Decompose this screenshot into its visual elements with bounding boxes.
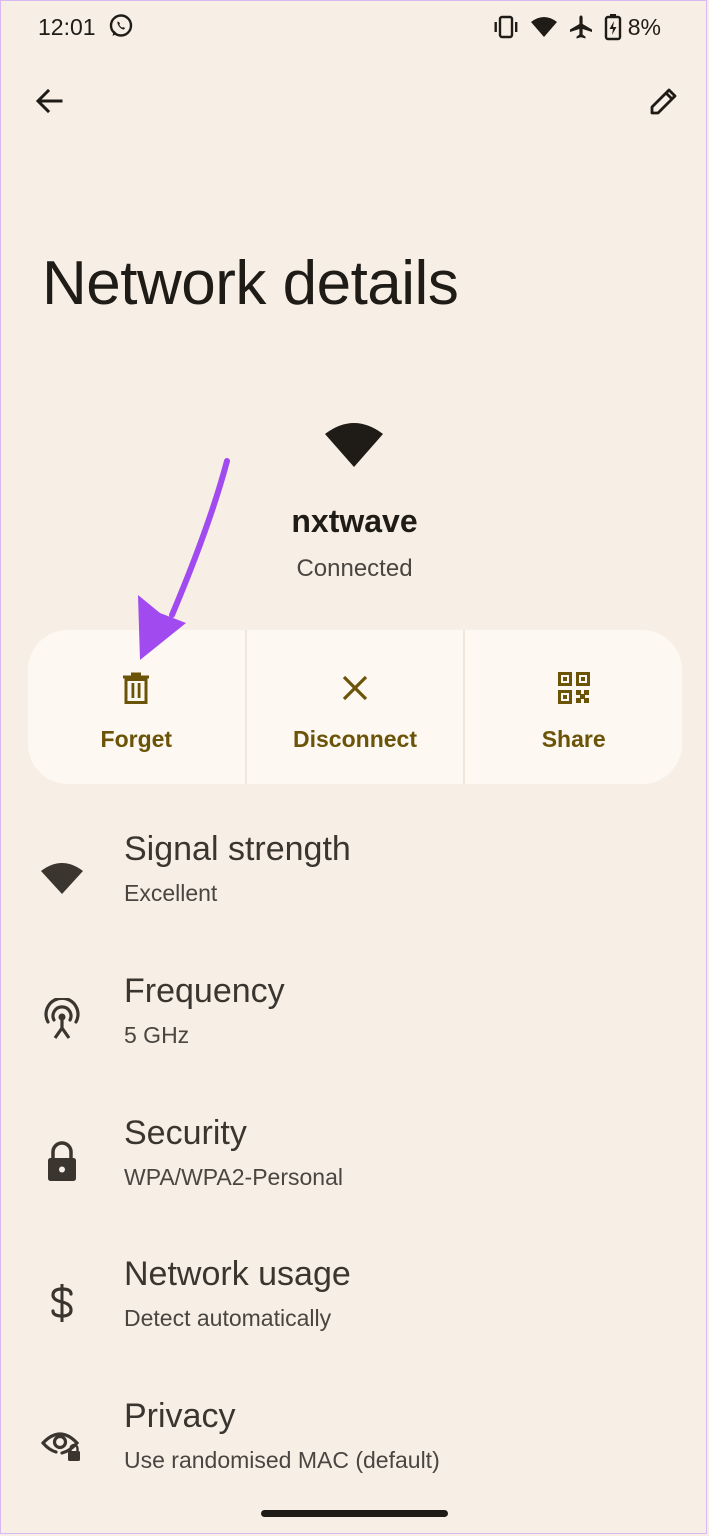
edit-button[interactable]	[643, 80, 685, 122]
whatsapp-icon	[109, 14, 133, 37]
detail-title: Signal strength	[124, 830, 351, 868]
status-time: 12:01	[38, 14, 96, 40]
detail-security[interactable]: Security WPA/WPA2-Personal	[0, 1114, 709, 1234]
battery-percent: 8%	[627, 13, 661, 40]
eye-lock-icon	[38, 1421, 86, 1469]
share-label: Share	[541, 726, 606, 752]
detail-frequency[interactable]: Frequency 5 GHz	[0, 972, 709, 1092]
detail-value: Excellent	[124, 880, 218, 906]
status-bar: 12:01 8%	[0, 0, 709, 56]
detail-title: Network usage	[124, 1255, 351, 1293]
airplane-icon	[569, 15, 592, 39]
status-icons: 8%	[492, 12, 661, 42]
wifi-icon	[325, 423, 383, 467]
back-button[interactable]	[28, 80, 70, 122]
antenna-icon	[38, 996, 86, 1044]
close-icon	[335, 668, 375, 708]
forget-label: Forget	[100, 726, 173, 752]
trash-icon	[116, 668, 156, 708]
detail-value: Detect automatically	[124, 1305, 332, 1331]
network-name: nxtwave	[291, 503, 418, 539]
gesture-nav-handle[interactable]	[261, 1510, 448, 1517]
action-bar: Forget Disconnect Share	[28, 630, 682, 784]
detail-title: Frequency	[124, 972, 285, 1010]
lock-icon	[38, 1138, 86, 1186]
forget-button[interactable]: Forget	[28, 630, 245, 784]
qr-code-icon	[554, 668, 594, 708]
detail-title: Privacy	[124, 1397, 236, 1435]
detail-network-usage[interactable]: Network usage Detect automatically	[0, 1255, 709, 1375]
page-title: Network details	[42, 249, 459, 318]
detail-value: Use randomised MAC (default)	[124, 1447, 440, 1473]
vibrate-icon	[494, 15, 518, 39]
wifi-icon	[530, 17, 557, 37]
dollar-icon	[38, 1279, 86, 1327]
detail-privacy[interactable]: Privacy Use randomised MAC (default)	[0, 1397, 709, 1517]
wifi-signal-icon	[38, 854, 86, 902]
arrow-left-icon	[35, 88, 63, 114]
pencil-icon	[650, 88, 677, 115]
detail-value: WPA/WPA2-Personal	[124, 1164, 343, 1190]
detail-value: 5 GHz	[124, 1022, 190, 1048]
share-button[interactable]: Share	[463, 630, 682, 784]
battery-charging-icon	[604, 14, 621, 41]
detail-title: Security	[124, 1114, 247, 1152]
disconnect-label: Disconnect	[293, 726, 417, 752]
detail-signal-strength[interactable]: Signal strength Excellent	[0, 830, 709, 950]
network-status: Connected	[296, 555, 413, 582]
disconnect-button[interactable]: Disconnect	[244, 630, 464, 784]
